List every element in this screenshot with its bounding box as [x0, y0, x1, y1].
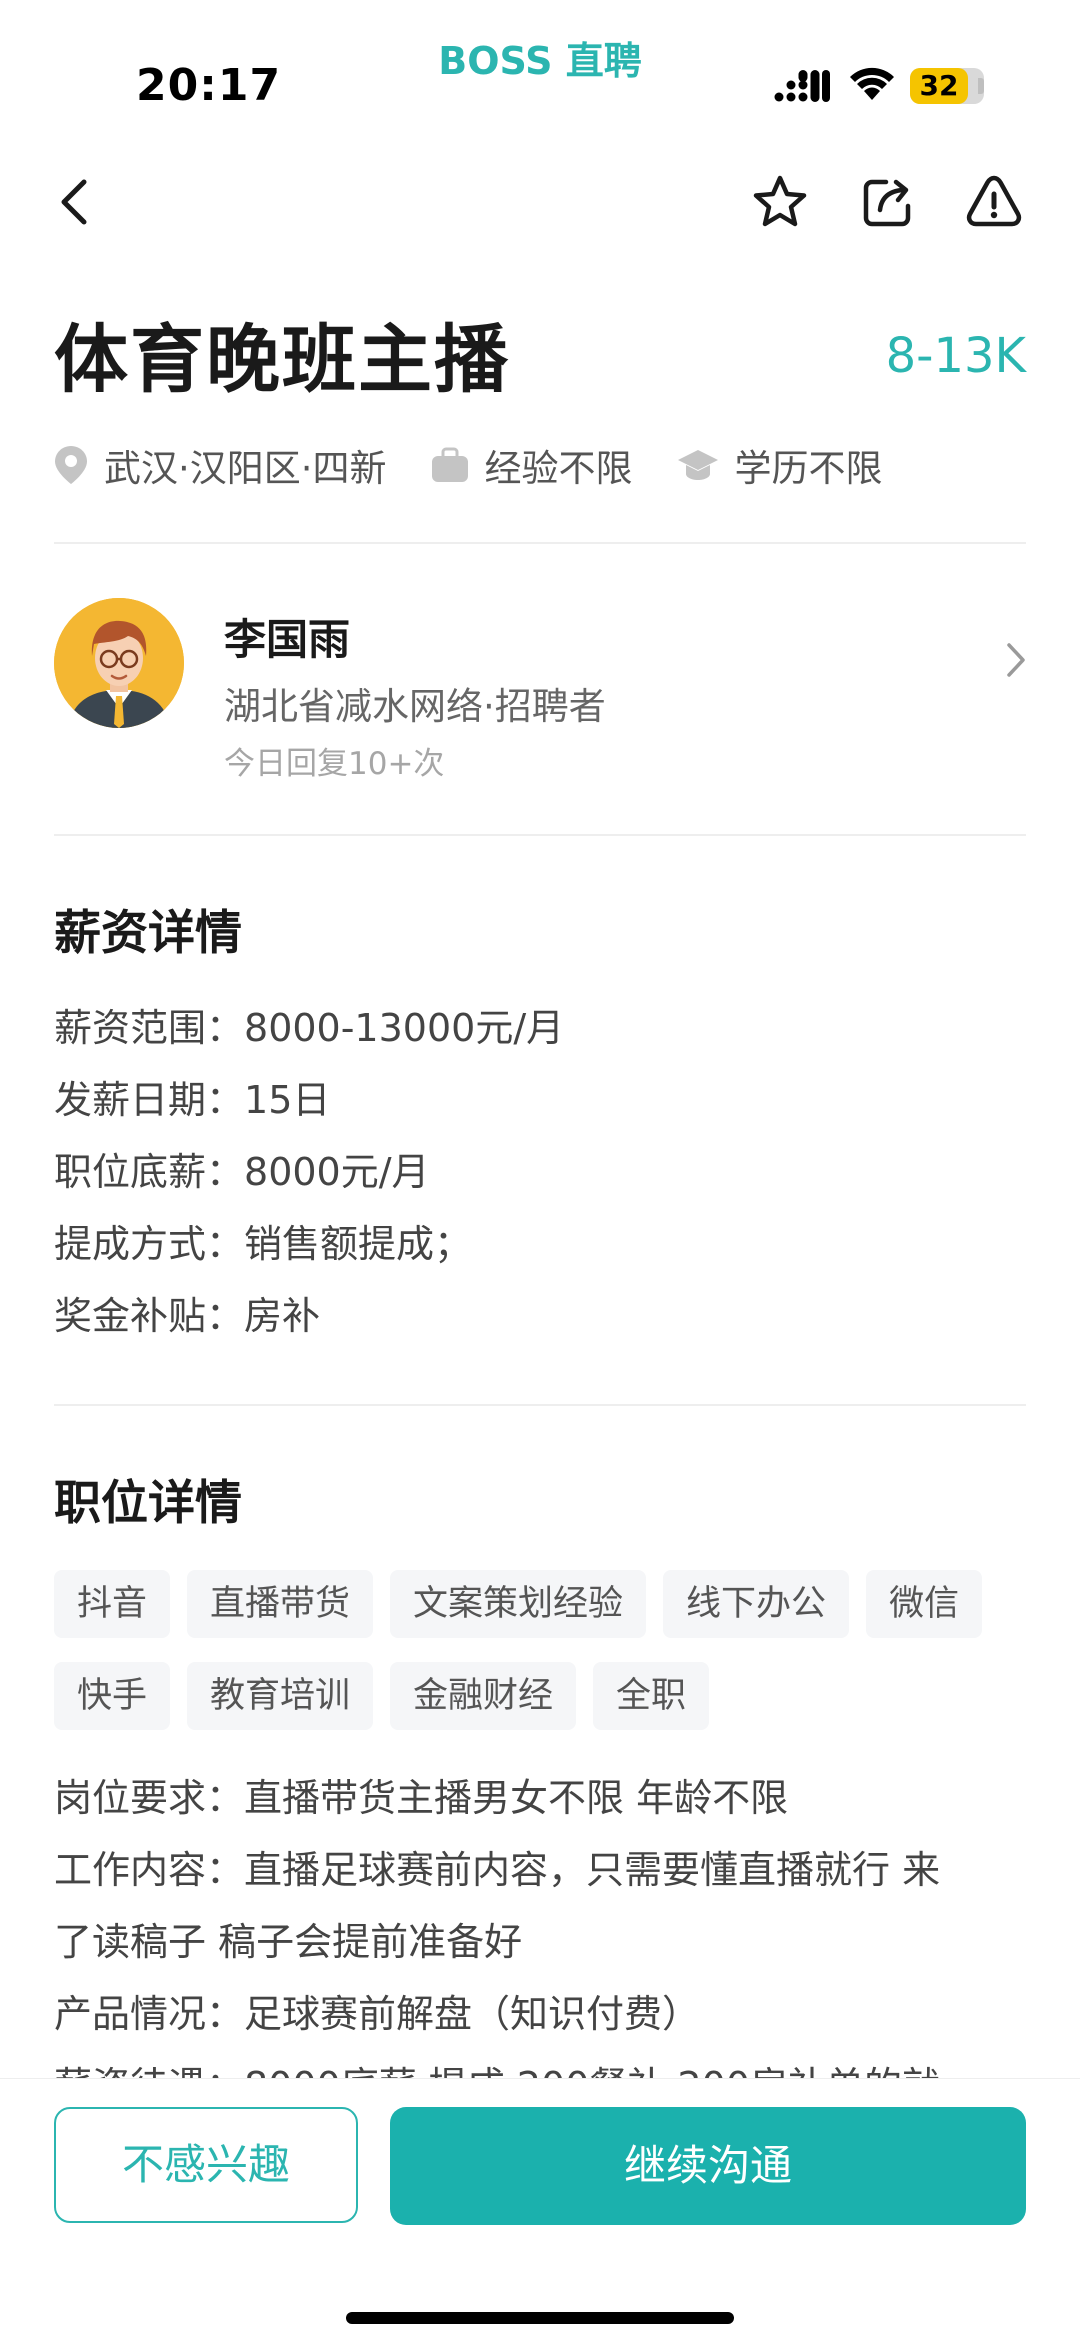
salary-details-list: 薪资范围：8000-13000元/月 发薪日期：15日 职位底薪：8000元/月…: [54, 992, 564, 1352]
bottom-action-bar: 不感兴趣 继续沟通: [0, 2078, 1080, 2349]
detail-label: 发薪日期：: [54, 1078, 245, 1122]
location-item: 武汉·汉阳区·四新: [54, 438, 387, 492]
detail-value: 销售额提成；: [244, 1222, 473, 1266]
description-line: 薪资待遇：8000底薪 提成 200餐补 200房补单的就: [54, 2050, 1034, 2080]
description-line: 产品情况：足球赛前解盘（知识付费）: [54, 1992, 701, 2036]
divider: [54, 834, 1026, 836]
location-pin-icon: [55, 446, 87, 484]
job-tags: 抖音 直播带货 文案策划经验 线下办公 微信快手 教育培训 金融财经 全职: [54, 1570, 1044, 1754]
education-item: 学历不限: [677, 438, 883, 492]
salary-detail-item: 提成方式：销售额提成；: [54, 1208, 564, 1280]
location-text: 武汉·汉阳区·四新: [104, 447, 387, 490]
star-icon[interactable]: [748, 170, 812, 234]
job-tag: 快手: [54, 1662, 171, 1730]
salary-range: 8-13K: [885, 328, 1026, 384]
recruiter-avatar[interactable]: [54, 598, 184, 728]
description-line: 了读稿子 稿子会提前准备好: [54, 1920, 523, 1964]
briefcase-icon: [431, 447, 468, 482]
status-bar: 20:17 BOSS 直聘 32: [0, 0, 1080, 130]
description-line: 工作内容：直播足球赛前内容，只需要懂直播就行 来: [54, 1848, 941, 1892]
salary-detail-item: 职位底薪：8000元/月: [54, 1136, 564, 1208]
recruiter-reply-rate: 今日回复10+次: [224, 746, 445, 782]
job-tag: 线下办公: [663, 1570, 850, 1638]
salary-detail-item: 发薪日期：15日: [54, 1064, 564, 1136]
job-tag: 微信: [866, 1570, 983, 1638]
detail-value: 15日: [244, 1078, 331, 1122]
divider: [54, 1404, 1026, 1406]
battery-icon: 32: [910, 68, 984, 104]
job-meta: 武汉·汉阳区·四新 经验不限 学历不限: [54, 440, 927, 490]
divider: [54, 542, 1026, 544]
job-tag: 直播带货: [187, 1570, 374, 1638]
chevron-right-icon[interactable]: [1004, 640, 1028, 680]
job-description: 岗位要求：直播带货主播男女不限 年龄不限 工作内容：直播足球赛前内容，只需要懂直…: [54, 1762, 1034, 2080]
job-tag: 教育培训: [187, 1662, 374, 1730]
job-tag: 金融财经: [390, 1662, 577, 1730]
signal-icon: [774, 70, 830, 102]
detail-label: 薪资范围：: [54, 1006, 245, 1050]
share-icon[interactable]: [856, 170, 920, 234]
battery-cap: [978, 78, 984, 94]
recruiter-company: 湖北省减水网络·招聘者: [224, 685, 606, 728]
job-tag: 全职: [593, 1662, 710, 1730]
continue-chat-button[interactable]: 继续沟通: [390, 2107, 1026, 2225]
home-indicator[interactable]: [346, 2312, 734, 2324]
detail-value: 8000元/月: [244, 1150, 430, 1194]
back-arrow-icon[interactable]: [44, 170, 108, 234]
recruiter-name: 李国雨: [224, 615, 351, 664]
not-interested-button[interactable]: 不感兴趣: [54, 2107, 358, 2223]
salary-detail-item: 奖金补贴：房补: [54, 1280, 564, 1352]
detail-label: 职位底薪：: [54, 1150, 245, 1194]
report-warning-icon[interactable]: [962, 170, 1026, 234]
graduation-cap-icon: [677, 450, 718, 480]
experience-item: 经验不限: [431, 438, 633, 492]
detail-value: 房补: [244, 1294, 321, 1338]
detail-label: 提成方式：: [54, 1222, 245, 1266]
salary-details-title: 薪资详情: [54, 906, 242, 961]
job-details-title: 职位详情: [54, 1476, 242, 1531]
wifi-icon: [850, 67, 894, 100]
detail-value: 8000-13000元/月: [244, 1006, 565, 1050]
experience-text: 经验不限: [484, 447, 633, 490]
salary-detail-item: 薪资范围：8000-13000元/月: [54, 992, 564, 1064]
job-tag: 抖音: [54, 1570, 171, 1638]
battery-level: 32: [919, 69, 959, 102]
job-tag: 文案策划经验: [390, 1570, 647, 1638]
description-line: 岗位要求：直播带货主播男女不限 年龄不限: [54, 1776, 789, 1820]
detail-label: 奖金补贴：: [54, 1294, 245, 1338]
education-text: 学历不限: [734, 447, 883, 490]
job-title: 体育晚班主播: [54, 317, 510, 403]
